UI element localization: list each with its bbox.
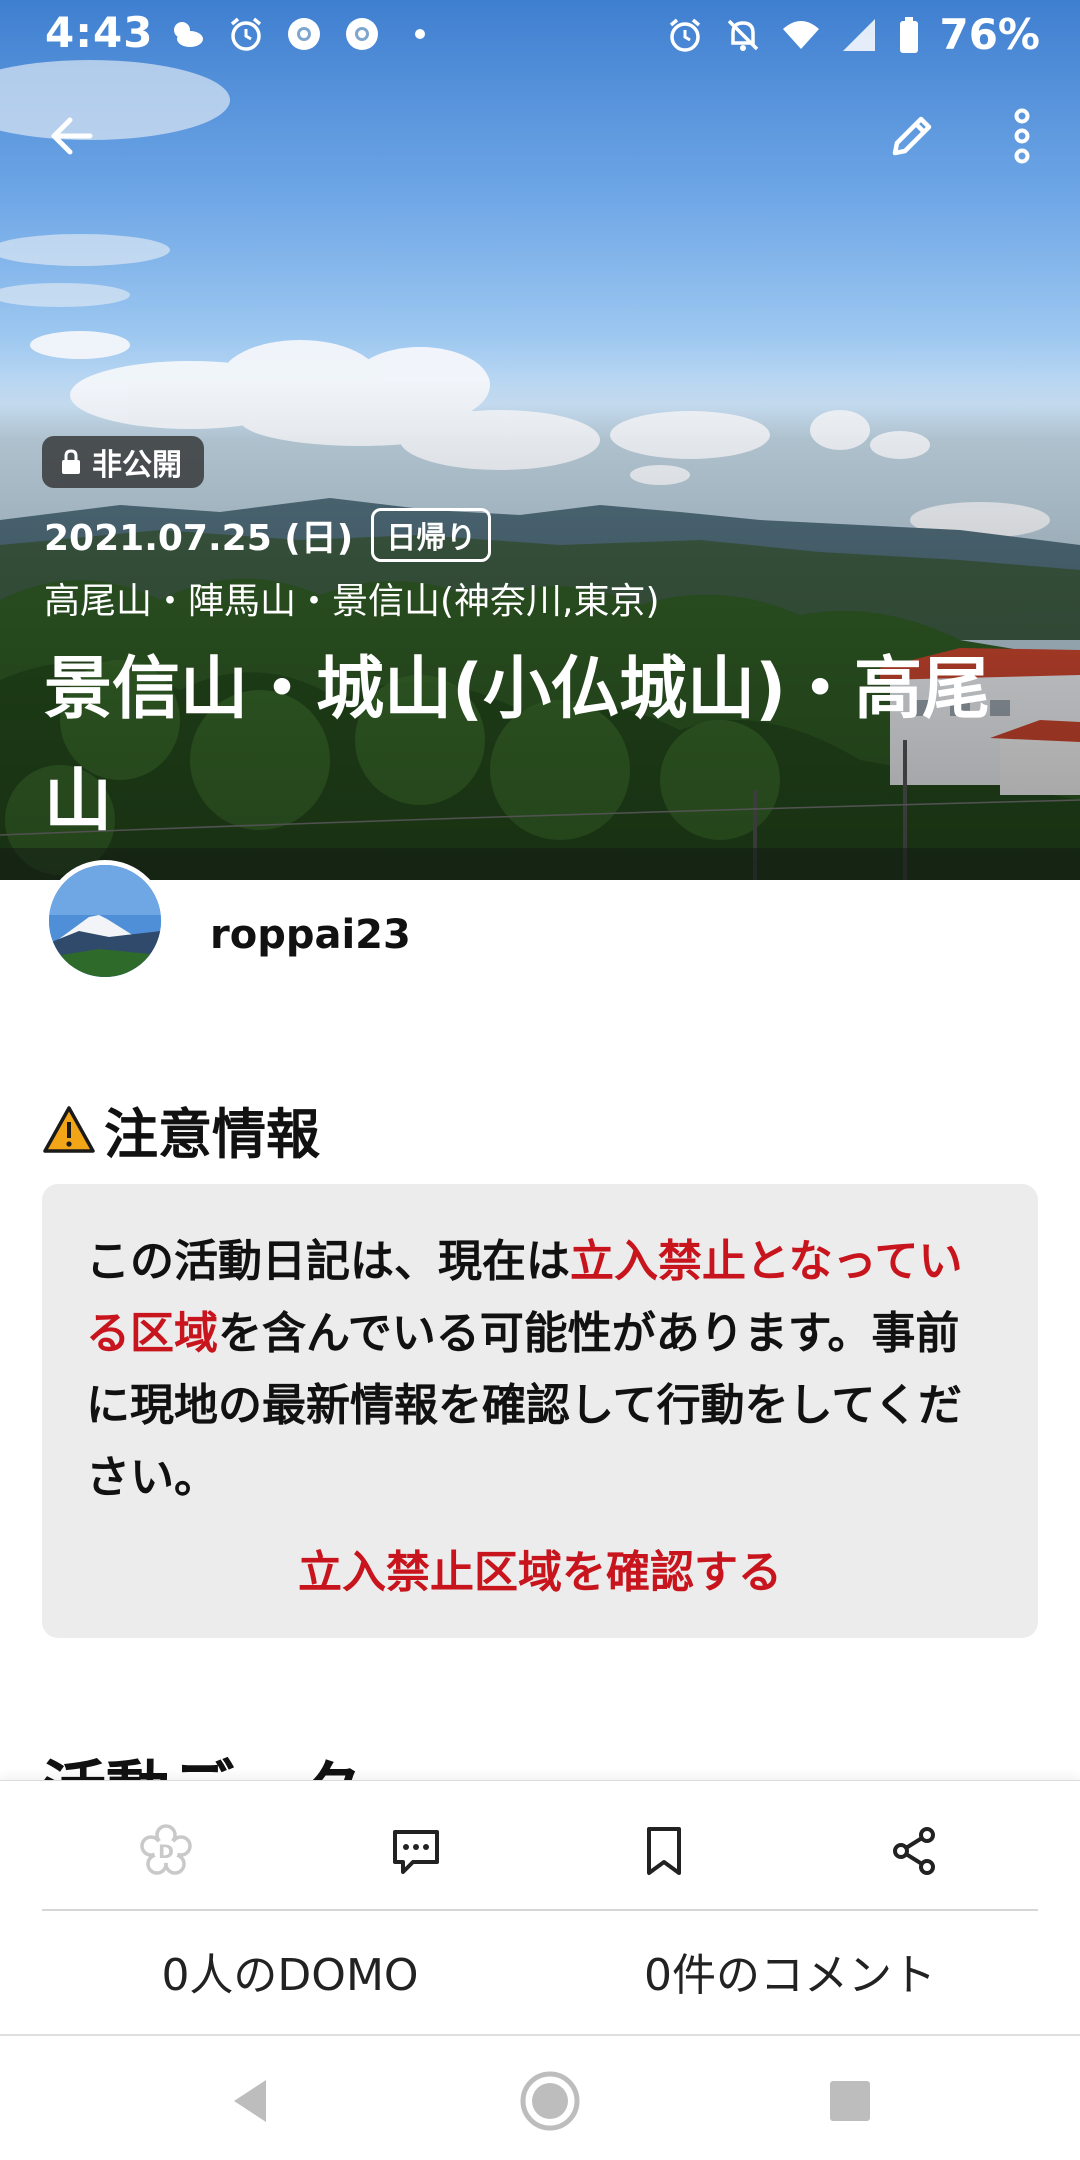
caution-title: 注意情報 [104,1103,320,1166]
wifi-icon [783,20,820,49]
avatar[interactable] [44,860,166,982]
trip-type-badge: 日帰り [371,508,492,562]
domo-icon: D [140,1824,192,1875]
back-button[interactable] [32,96,112,176]
warning-icon [43,1105,95,1153]
more-vertical-icon [1014,108,1030,164]
pencil-icon [892,116,932,156]
divider [42,1909,1038,1911]
triangle-back-icon [234,2080,266,2122]
nav-home-button[interactable] [515,2066,585,2136]
mountain-area[interactable]: 高尾山・陣馬山・景信山(神奈川,東京) [44,572,660,624]
caution-text-part: この活動日記は、現在は [86,1236,570,1287]
chrome-icon [288,18,320,50]
more-options-button[interactable] [982,96,1062,176]
system-navigation-bar [0,2036,1080,2160]
share-button[interactable] [864,1801,964,1901]
share-icon [893,1827,935,1875]
screen: 4:43 76% 非公開 2021.07.25 (日) 日帰り 高尾山・陣馬山・… [0,0,1080,2160]
status-bar: 4:43 76% [0,0,1080,66]
arrow-left-icon [51,117,93,155]
square-recents-icon [830,2081,870,2121]
domo-count[interactable]: 0人のDOMO [20,1931,560,2021]
lock-icon [62,449,80,474]
alarm-icon [670,18,701,52]
alarm-icon [230,17,262,51]
caution-message: この活動日記は、現在は立入禁止となっている区域を含んでいる可能性があります。事前… [86,1226,998,1514]
caution-heading: 注意情報 [42,1090,320,1169]
avatar-image [49,865,161,977]
comment-button[interactable] [366,1801,466,1901]
comment-count[interactable]: 0件のコメント [520,1931,1060,2021]
comment-icon [393,1830,439,1874]
bell-off-icon [728,19,759,51]
bookmark-button[interactable] [614,1801,714,1901]
battery-percentage: 76% [939,10,1040,59]
activity-date-row: 2021.07.25 (日) 日帰り [44,508,492,562]
signal-icon [843,18,876,51]
status-time: 4:43 [45,8,154,57]
hero-cover-photo: 4:43 76% 非公開 2021.07.25 (日) 日帰り 高尾山・陣馬山・… [0,0,1080,880]
username[interactable]: roppai23 [210,912,411,958]
activity-title: 景信山・城山(小仏城山)・高尾山 [44,650,991,841]
edit-button[interactable] [872,96,952,176]
home-circle-icon [520,2071,580,2131]
caution-text-part: を含んでいる可能性があります。事前に現地の最新情報を確認して行動をしてください。 [86,1308,963,1503]
bookmark-icon [647,1827,681,1875]
action-panel: D 0人のDOMO 0件のコメント [0,1780,1080,2034]
dot-icon [415,29,425,39]
battery-icon [900,16,919,53]
privacy-label: 非公開 [92,448,182,483]
weather-icon [174,22,203,47]
privacy-badge: 非公開 [42,436,204,488]
activity-date: 2021.07.25 (日) [44,518,354,559]
caution-box: この活動日記は、現在は立入禁止となっている区域を含んでいる可能性があります。事前… [42,1184,1038,1638]
svg-text:D: D [158,1841,174,1863]
nav-back-button[interactable] [215,2066,285,2136]
check-restricted-area-link[interactable]: 立入禁止区域を確認する [42,1536,1038,1600]
domo-button[interactable]: D [116,1801,216,1901]
chrome-icon [346,18,378,50]
nav-recents-button[interactable] [815,2066,885,2136]
